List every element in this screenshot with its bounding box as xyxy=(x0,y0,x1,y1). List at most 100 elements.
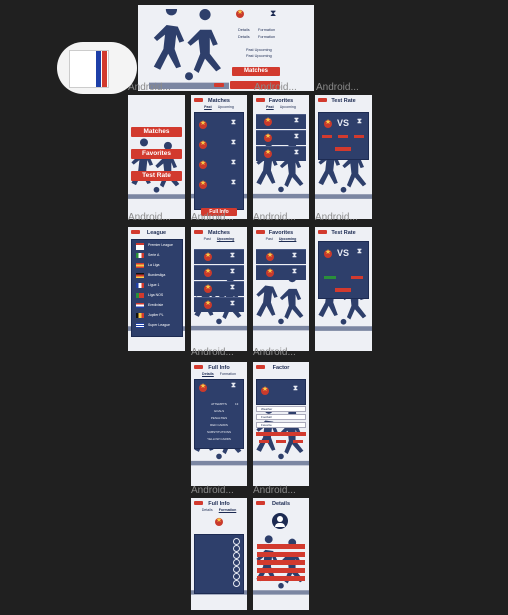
frame-label: Android... xyxy=(253,485,296,496)
league-item[interactable]: Bundesliga xyxy=(148,273,165,277)
detail-field[interactable] xyxy=(257,568,305,573)
league-item[interactable]: Eredivisie xyxy=(148,303,163,307)
rate-submit[interactable] xyxy=(335,147,351,151)
menu-test-rate-button[interactable]: Test Rate xyxy=(131,171,182,181)
hourglass-icon: ⧗ xyxy=(231,179,236,186)
hourglass-icon: ⧗ xyxy=(230,300,235,307)
past-upcoming-tabs: Past Upcoming xyxy=(253,237,309,241)
matches-panel: ⧗ ⧗ ⧗ ⧗ xyxy=(194,112,244,210)
rate-button[interactable] xyxy=(338,135,348,138)
team-badge-icon xyxy=(199,382,207,392)
favorite-row[interactable]: ⧗ xyxy=(256,130,306,145)
factor-button[interactable] xyxy=(276,440,286,443)
team-badge-icon xyxy=(264,116,272,126)
splash-small-button[interactable] xyxy=(214,83,224,87)
team-badge-icon xyxy=(236,8,244,18)
hourglass-icon: ⧗ xyxy=(230,252,235,259)
tab-upcoming[interactable]: Upcoming xyxy=(217,237,235,241)
vs-label: VS xyxy=(337,248,350,258)
menu-favorites-button[interactable]: Favorites xyxy=(131,149,182,159)
flag-belgium-icon xyxy=(136,313,144,318)
league-item[interactable]: Jupiler PL xyxy=(148,313,164,317)
frame-label: Android... xyxy=(254,82,297,93)
screen-title: Full Info xyxy=(208,501,230,507)
detail-field[interactable] xyxy=(257,560,305,565)
rate-button[interactable] xyxy=(354,135,364,138)
rate-button[interactable] xyxy=(322,135,332,138)
hourglass-icon: ⧗ xyxy=(231,159,236,166)
match-row[interactable]: ⧗ xyxy=(194,297,244,312)
formation-screen: Full Info Details Formation xyxy=(191,498,247,610)
details-screen: Details xyxy=(253,498,309,610)
hourglass-icon: ⧗ xyxy=(294,149,299,156)
favorite-row[interactable]: ⧗ xyxy=(256,265,306,280)
league-item[interactable]: La Liga xyxy=(148,263,159,267)
team-badge-icon xyxy=(204,299,212,309)
screen-title: Test Rate xyxy=(331,98,356,104)
league-item[interactable]: Premier League xyxy=(148,243,173,247)
tab-past[interactable]: Past xyxy=(266,105,274,109)
match-row[interactable]: ⧗ xyxy=(194,249,244,264)
team-badge-icon xyxy=(264,148,272,158)
splash-matches-button[interactable]: Matches xyxy=(232,67,280,76)
league-item[interactable]: Super League xyxy=(148,323,170,327)
factor-screen: Factor ⧗ Weather Football Favorite xyxy=(253,362,309,486)
match-row[interactable]: ⧗ xyxy=(194,281,244,296)
screen-title: Matches xyxy=(207,98,230,104)
favorite-row[interactable]: ⧗ xyxy=(256,146,306,161)
test-rate-screen: Test Rate VS ⧗ xyxy=(315,95,372,219)
factor-select[interactable]: Football xyxy=(256,414,306,420)
past-upcoming-tabs: Past Upcoming xyxy=(253,105,309,109)
screen-title: Favorites xyxy=(268,230,294,236)
factor-option: Weather xyxy=(261,407,273,411)
league-item[interactable]: Serie A xyxy=(148,253,159,257)
screen-title: League xyxy=(146,230,167,236)
factor-select[interactable]: Favorite xyxy=(256,422,306,428)
detail-field[interactable] xyxy=(257,552,305,557)
tab-past[interactable]: Past xyxy=(266,237,273,241)
tab-past[interactable]: Past xyxy=(204,105,212,109)
team-badge-icon xyxy=(215,516,223,526)
team-badge-icon xyxy=(199,159,207,169)
detail-field[interactable] xyxy=(257,544,305,549)
frame-label: Android... xyxy=(191,347,234,358)
favorite-row[interactable]: ⧗ xyxy=(256,114,306,129)
tab-details-label: Details xyxy=(238,28,250,32)
tab-formation[interactable]: Formation xyxy=(219,508,237,512)
stat-label: SUBSTITUTIONS xyxy=(206,430,231,434)
tab-upcoming[interactable]: Upcoming xyxy=(280,105,296,109)
team-badge-icon xyxy=(204,267,212,277)
league-item[interactable]: Ligue 1 xyxy=(148,283,159,287)
tab-upcoming[interactable]: Upcoming xyxy=(279,237,297,241)
stat-label: RED CARDS xyxy=(210,423,228,427)
flag-netherlands-icon xyxy=(136,303,144,308)
rate-submit[interactable] xyxy=(335,288,351,292)
lose-indicator xyxy=(351,276,363,279)
frame-label: Android... xyxy=(253,212,296,223)
frame-label: Android... xyxy=(253,347,296,358)
league-item[interactable]: Liga NOS xyxy=(148,293,163,297)
past-upcoming-tabs: Past Upcoming xyxy=(191,237,247,241)
hourglass-icon: ⧗ xyxy=(231,119,236,126)
tab-past[interactable]: Past xyxy=(204,237,211,241)
favorite-row[interactable]: ⧗ xyxy=(256,249,306,264)
flag-france-icon xyxy=(136,283,144,288)
tab-upcoming[interactable]: Upcoming xyxy=(218,105,234,109)
tab-formation[interactable]: Formation xyxy=(220,372,236,376)
factor-select[interactable]: Weather xyxy=(256,406,306,412)
players-silhouette xyxy=(144,9,234,89)
factor-button[interactable] xyxy=(293,440,303,443)
detail-field[interactable] xyxy=(257,576,305,581)
hourglass-icon: ⧗ xyxy=(231,382,236,389)
factor-button[interactable] xyxy=(259,440,269,443)
match-row[interactable]: ⧗ xyxy=(194,265,244,280)
factor-bar xyxy=(256,432,306,436)
hourglass-icon: ⧗ xyxy=(294,133,299,140)
league-screen: League Premier League Serie A La Liga Bu… xyxy=(128,227,185,351)
factor-panel: ⧗ xyxy=(256,379,306,405)
tab-details[interactable]: Details xyxy=(202,372,214,376)
tab-details[interactable]: Details xyxy=(202,508,213,512)
screen-title: Favorites xyxy=(268,98,294,104)
app-logo xyxy=(57,42,137,94)
menu-matches-button[interactable]: Matches xyxy=(131,127,182,137)
